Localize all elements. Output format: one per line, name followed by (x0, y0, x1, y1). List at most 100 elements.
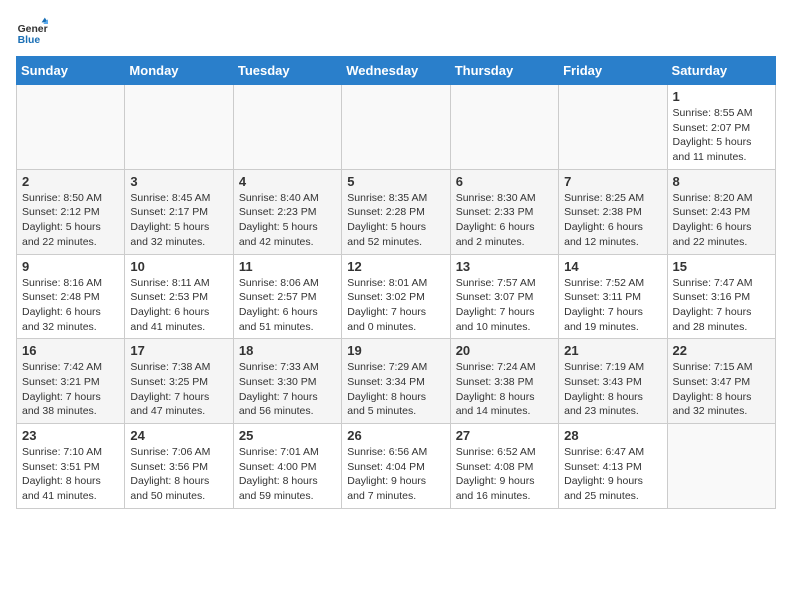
calendar-cell: 28Sunrise: 6:47 AM Sunset: 4:13 PM Dayli… (559, 424, 667, 509)
day-number: 21 (564, 343, 661, 358)
calendar-cell: 6 Sunrise: 8:30 AM Sunset: 2:33 PM Daylig… (450, 169, 558, 254)
day-info: Sunrise: 8:45 AM Sunset: 2:17 PM Dayligh… (130, 191, 227, 250)
day-info: Sunrise: 7:38 AM Sunset: 3:25 PM Dayligh… (130, 360, 227, 419)
weekday-header-saturday: Saturday (667, 57, 775, 85)
calendar-cell (559, 85, 667, 170)
calendar-cell: 21 Sunrise: 7:19 AM Sunset: 3:43 PM Dayli… (559, 339, 667, 424)
calendar-cell: 7 Sunrise: 8:25 AM Sunset: 2:38 PM Daylig… (559, 169, 667, 254)
calendar-week-5: 23 Sunrise: 7:10 AM Sunset: 3:51 PM Dayli… (17, 424, 776, 509)
calendar-table: SundayMondayTuesdayWednesdayThursdayFrid… (16, 56, 776, 509)
weekday-header-wednesday: Wednesday (342, 57, 450, 85)
calendar-week-4: 16Sunrise: 7:42 AM Sunset: 3:21 PM Dayli… (17, 339, 776, 424)
calendar-week-2: 2Sunrise: 8:50 AM Sunset: 2:12 PM Daylig… (17, 169, 776, 254)
calendar-cell: 23 Sunrise: 7:10 AM Sunset: 3:51 PM Dayli… (17, 424, 125, 509)
day-info: Sunrise: 7:33 AM Sunset: 3:30 PM Dayligh… (239, 360, 336, 419)
day-info: Sunrise: 7:24 AM Sunset: 3:38 PM Dayligh… (456, 360, 553, 419)
day-info: Sunrise: 7:47 AM Sunset: 3:16 PM Dayligh… (673, 276, 770, 335)
calendar-cell: 22Sunrise: 7:15 AM Sunset: 3:47 PM Dayli… (667, 339, 775, 424)
day-info: Sunrise: 7:01 AM Sunset: 4:00 PM Dayligh… (239, 445, 336, 504)
day-info: Sunrise: 8:20 AM Sunset: 2:43 PM Dayligh… (673, 191, 770, 250)
day-info: Sunrise: 7:10 AM Sunset: 3:51 PM Dayligh… (22, 445, 119, 504)
day-info: Sunrise: 8:11 AM Sunset: 2:53 PM Dayligh… (130, 276, 227, 335)
svg-text:General: General (18, 24, 48, 35)
calendar-cell (450, 85, 558, 170)
day-number: 24 (130, 428, 227, 443)
weekday-header-monday: Monday (125, 57, 233, 85)
calendar-header-row: SundayMondayTuesdayWednesdayThursdayFrid… (17, 57, 776, 85)
calendar-cell: 27 Sunrise: 6:52 AM Sunset: 4:08 PM Dayli… (450, 424, 558, 509)
day-info: Sunrise: 8:25 AM Sunset: 2:38 PM Dayligh… (564, 191, 661, 250)
day-info: Sunrise: 7:15 AM Sunset: 3:47 PM Dayligh… (673, 360, 770, 419)
day-info: Sunrise: 6:47 AM Sunset: 4:13 PM Dayligh… (564, 445, 661, 504)
calendar-cell: 16Sunrise: 7:42 AM Sunset: 3:21 PM Dayli… (17, 339, 125, 424)
day-info: Sunrise: 6:56 AM Sunset: 4:04 PM Dayligh… (347, 445, 444, 504)
day-number: 25 (239, 428, 336, 443)
day-number: 20 (456, 343, 553, 358)
day-info: Sunrise: 8:55 AM Sunset: 2:07 PM Dayligh… (673, 106, 770, 165)
day-number: 2 (22, 174, 119, 189)
calendar-cell: 24 Sunrise: 7:06 AM Sunset: 3:56 PM Dayli… (125, 424, 233, 509)
day-info: Sunrise: 7:52 AM Sunset: 3:11 PM Dayligh… (564, 276, 661, 335)
day-number: 11 (239, 259, 336, 274)
day-info: Sunrise: 7:29 AM Sunset: 3:34 PM Dayligh… (347, 360, 444, 419)
day-number: 7 (564, 174, 661, 189)
calendar-cell: 10 Sunrise: 8:11 AM Sunset: 2:53 PM Dayli… (125, 254, 233, 339)
day-number: 9 (22, 259, 119, 274)
weekday-header-tuesday: Tuesday (233, 57, 341, 85)
calendar-cell: 14 Sunrise: 7:52 AM Sunset: 3:11 PM Dayli… (559, 254, 667, 339)
calendar-cell: 13 Sunrise: 7:57 AM Sunset: 3:07 PM Dayli… (450, 254, 558, 339)
day-number: 26 (347, 428, 444, 443)
day-number: 19 (347, 343, 444, 358)
calendar-cell: 12 Sunrise: 8:01 AM Sunset: 3:02 PM Dayli… (342, 254, 450, 339)
day-info: Sunrise: 8:16 AM Sunset: 2:48 PM Dayligh… (22, 276, 119, 335)
calendar-cell: 20 Sunrise: 7:24 AM Sunset: 3:38 PM Dayli… (450, 339, 558, 424)
day-info: Sunrise: 8:01 AM Sunset: 3:02 PM Dayligh… (347, 276, 444, 335)
day-number: 8 (673, 174, 770, 189)
calendar-cell: 9 Sunrise: 8:16 AM Sunset: 2:48 PM Daylig… (17, 254, 125, 339)
logo: General Blue (16, 16, 48, 48)
calendar-week-1: 1Sunrise: 8:55 AM Sunset: 2:07 PM Daylig… (17, 85, 776, 170)
calendar-cell (125, 85, 233, 170)
svg-text:Blue: Blue (18, 35, 41, 46)
day-info: Sunrise: 7:06 AM Sunset: 3:56 PM Dayligh… (130, 445, 227, 504)
day-number: 18 (239, 343, 336, 358)
calendar-cell: 3 Sunrise: 8:45 AM Sunset: 2:17 PM Daylig… (125, 169, 233, 254)
day-number: 12 (347, 259, 444, 274)
day-number: 6 (456, 174, 553, 189)
calendar-cell (17, 85, 125, 170)
calendar-cell (667, 424, 775, 509)
day-number: 23 (22, 428, 119, 443)
day-info: Sunrise: 8:35 AM Sunset: 2:28 PM Dayligh… (347, 191, 444, 250)
calendar-cell: 1Sunrise: 8:55 AM Sunset: 2:07 PM Daylig… (667, 85, 775, 170)
calendar-cell: 17 Sunrise: 7:38 AM Sunset: 3:25 PM Dayli… (125, 339, 233, 424)
day-number: 4 (239, 174, 336, 189)
calendar-week-3: 9 Sunrise: 8:16 AM Sunset: 2:48 PM Daylig… (17, 254, 776, 339)
day-number: 5 (347, 174, 444, 189)
day-info: Sunrise: 8:30 AM Sunset: 2:33 PM Dayligh… (456, 191, 553, 250)
day-info: Sunrise: 7:19 AM Sunset: 3:43 PM Dayligh… (564, 360, 661, 419)
day-info: Sunrise: 7:57 AM Sunset: 3:07 PM Dayligh… (456, 276, 553, 335)
calendar-cell: 5 Sunrise: 8:35 AM Sunset: 2:28 PM Daylig… (342, 169, 450, 254)
calendar-cell (233, 85, 341, 170)
weekday-header-friday: Friday (559, 57, 667, 85)
calendar-cell (342, 85, 450, 170)
day-number: 15 (673, 259, 770, 274)
calendar-cell: 26 Sunrise: 6:56 AM Sunset: 4:04 PM Dayli… (342, 424, 450, 509)
logo-icon: General Blue (16, 16, 48, 48)
day-number: 13 (456, 259, 553, 274)
day-number: 17 (130, 343, 227, 358)
calendar-cell: 15 Sunrise: 7:47 AM Sunset: 3:16 PM Dayli… (667, 254, 775, 339)
day-info: Sunrise: 7:42 AM Sunset: 3:21 PM Dayligh… (22, 360, 119, 419)
day-number: 14 (564, 259, 661, 274)
day-number: 10 (130, 259, 227, 274)
day-number: 3 (130, 174, 227, 189)
page-header: General Blue (16, 16, 776, 48)
day-info: Sunrise: 8:06 AM Sunset: 2:57 PM Dayligh… (239, 276, 336, 335)
calendar-cell: 19 Sunrise: 7:29 AM Sunset: 3:34 PM Dayli… (342, 339, 450, 424)
calendar-cell: 11 Sunrise: 8:06 AM Sunset: 2:57 PM Dayli… (233, 254, 341, 339)
day-number: 27 (456, 428, 553, 443)
day-info: Sunrise: 6:52 AM Sunset: 4:08 PM Dayligh… (456, 445, 553, 504)
weekday-header-sunday: Sunday (17, 57, 125, 85)
calendar-cell: 25 Sunrise: 7:01 AM Sunset: 4:00 PM Dayli… (233, 424, 341, 509)
calendar-cell: 4Sunrise: 8:40 AM Sunset: 2:23 PM Daylig… (233, 169, 341, 254)
